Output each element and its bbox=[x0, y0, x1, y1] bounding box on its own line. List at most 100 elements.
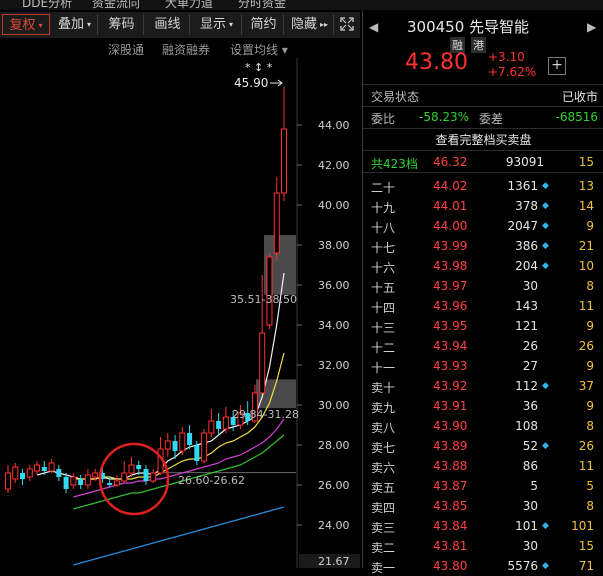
candle-body bbox=[273, 192, 280, 254]
candle-body bbox=[78, 479, 84, 485]
ask-level: 十六 bbox=[371, 261, 396, 275]
ask-price: 43.98 bbox=[433, 259, 468, 273]
full-book-link[interactable]: 查看完整档买卖盘 bbox=[363, 131, 603, 148]
ask-count: 13 bbox=[578, 179, 594, 193]
y-tick-label: 36.00 bbox=[318, 279, 350, 292]
ask-row[interactable]: 卖八 43.90 108 8 bbox=[363, 416, 603, 436]
ask-volume: 121 bbox=[515, 319, 538, 333]
overlay-button[interactable]: 叠加 ▾ bbox=[52, 14, 98, 35]
tab-fund-flow[interactable]: 资金流向 bbox=[92, 0, 140, 10]
chips-button[interactable]: 筹码 bbox=[100, 14, 144, 35]
ask-row[interactable]: 十八 44.00 2047 ◆ 9 bbox=[363, 216, 603, 236]
ask-level: 卖七 bbox=[371, 441, 396, 455]
shenguotong-link[interactable]: 深股通 bbox=[108, 41, 144, 58]
ask-row[interactable]: 十二 43.94 26 26 bbox=[363, 336, 603, 356]
ask-price: 43.92 bbox=[433, 379, 468, 393]
fuquan-button[interactable]: 复权 ▾ bbox=[2, 14, 50, 35]
ask-level: 十四 bbox=[371, 301, 396, 315]
ask-row[interactable]: 二十 44.02 1361 ◆ 13 bbox=[363, 176, 603, 196]
diamond-icon: ◆ bbox=[542, 441, 549, 451]
candle-body bbox=[128, 464, 135, 474]
ask-row[interactable]: 十五 43.97 30 8 bbox=[363, 276, 603, 296]
ask-volume: 112 bbox=[515, 379, 538, 393]
diamond-icon: ◆ bbox=[542, 201, 549, 211]
diamond-icon: ◆ bbox=[542, 241, 549, 251]
ask-price: 43.91 bbox=[433, 399, 468, 413]
y-tick-label: 24.00 bbox=[318, 519, 350, 532]
ask-count: 26 bbox=[578, 439, 594, 453]
y-tick-label: 44.00 bbox=[318, 119, 350, 132]
ask-volume: 27 bbox=[522, 359, 538, 373]
ask-level: 十八 bbox=[371, 221, 396, 235]
tab-intraday-fund[interactable]: 分时资金 bbox=[238, 0, 286, 10]
ask-price: 43.87 bbox=[433, 479, 468, 493]
ask-row[interactable]: 十一 43.93 27 9 bbox=[363, 356, 603, 376]
ask-row[interactable]: 卖九 43.91 36 9 bbox=[363, 396, 603, 416]
status-label: 交易状态 bbox=[371, 90, 420, 104]
candle-body bbox=[150, 472, 157, 482]
ask-price: 43.89 bbox=[433, 439, 468, 453]
hide-button[interactable]: 隐藏 ▸▸ bbox=[286, 14, 334, 35]
y-tick-label: 40.00 bbox=[318, 199, 350, 212]
ask-row[interactable]: 十六 43.98 204 ◆ 10 bbox=[363, 256, 603, 276]
candle-body bbox=[92, 472, 99, 478]
ask-row[interactable]: 十四 43.96 143 11 bbox=[363, 296, 603, 316]
ask-price: 43.81 bbox=[433, 539, 468, 553]
next-stock-icon[interactable]: ▶ bbox=[587, 20, 596, 34]
add-watchlist-icon[interactable]: + bbox=[548, 57, 566, 75]
candle-body bbox=[48, 462, 55, 472]
ask-volume: 143 bbox=[515, 299, 538, 313]
ask-price: 44.01 bbox=[433, 199, 468, 213]
ask-volume: 2047 bbox=[507, 219, 538, 233]
ask-row[interactable]: 十三 43.95 121 9 bbox=[363, 316, 603, 336]
diamond-icon: ◆ bbox=[542, 261, 549, 271]
ask-row[interactable]: 卖十 43.92 112 ◆ 37 bbox=[363, 376, 603, 396]
ask-row[interactable]: 卖四 43.85 30 8 bbox=[363, 496, 603, 516]
ask-row[interactable]: 卖六 43.88 86 11 bbox=[363, 456, 603, 476]
ask-price: 43.80 bbox=[433, 559, 468, 573]
candle-body bbox=[12, 466, 19, 480]
display-button[interactable]: 显示 ▾ bbox=[192, 14, 242, 35]
expand-icon[interactable] bbox=[336, 14, 358, 35]
margin-trading-link[interactable]: 融资融券 bbox=[162, 41, 210, 58]
kline-chart[interactable]: 24.00 26.00 28.00 30.00 32.00 34.00 36.00 38.00… bbox=[0, 58, 360, 568]
ask-price: 43.94 bbox=[433, 339, 468, 353]
ask-row[interactable]: 卖二 43.81 30 15 bbox=[363, 536, 603, 556]
ma-settings-dropdown[interactable]: 设置均线 ▾ bbox=[230, 41, 288, 58]
ask-volume: 5576 bbox=[507, 559, 538, 573]
simple-button[interactable]: 简约 bbox=[244, 14, 284, 35]
total-label: 共423档 bbox=[371, 157, 418, 171]
ask-price: 43.99 bbox=[433, 239, 468, 253]
candle-body bbox=[34, 464, 41, 472]
ask-row[interactable]: 卖三 43.84 101 ◆ 101 bbox=[363, 516, 603, 536]
candle-body bbox=[222, 416, 229, 430]
draw-line-button[interactable]: 画线 bbox=[146, 14, 190, 35]
ask-count: 9 bbox=[586, 319, 594, 333]
ask-count: 11 bbox=[578, 459, 594, 473]
ask-row[interactable]: 卖七 43.89 52 ◆ 26 bbox=[363, 436, 603, 456]
ask-row[interactable]: 十九 44.01 378 ◆ 14 bbox=[363, 196, 603, 216]
prev-stock-icon[interactable]: ◀ bbox=[369, 20, 378, 34]
ask-price: 44.02 bbox=[433, 179, 468, 193]
ask-row[interactable]: 十七 43.99 386 ◆ 21 bbox=[363, 236, 603, 256]
ask-volume: 52 bbox=[522, 439, 538, 453]
tab-dde[interactable]: DDE分析 bbox=[22, 0, 72, 10]
tab-big-order[interactable]: 大单力道 bbox=[165, 0, 213, 10]
weicha-value: -68516 bbox=[555, 110, 598, 124]
ask-count: 26 bbox=[578, 339, 594, 353]
ask-row[interactable]: 卖五 43.87 5 5 bbox=[363, 476, 603, 496]
ask-row[interactable]: 卖一 43.80 5576 ◆ 71 bbox=[363, 556, 603, 576]
candle-body bbox=[259, 332, 266, 394]
y-tick-label: 32.00 bbox=[318, 359, 350, 372]
chart-toolbar: 复权 ▾ 叠加 ▾ 筹码 画线 显示 ▾ 简约 隐藏 ▸▸ bbox=[0, 12, 360, 38]
ask-count: 8 bbox=[586, 279, 594, 293]
ask-volume: 30 bbox=[522, 539, 538, 553]
diamond-icon: ◆ bbox=[542, 521, 549, 531]
zone-label-mid: 29.84-31.28 bbox=[232, 408, 299, 421]
weicha-label: 委差 bbox=[479, 112, 504, 126]
ask-count: 15 bbox=[578, 539, 594, 553]
stock-code-name: 300450 先导智能 bbox=[407, 18, 530, 36]
ask-level: 十三 bbox=[371, 321, 396, 335]
candle-body bbox=[281, 128, 287, 194]
ask-volume: 101 bbox=[515, 519, 538, 533]
